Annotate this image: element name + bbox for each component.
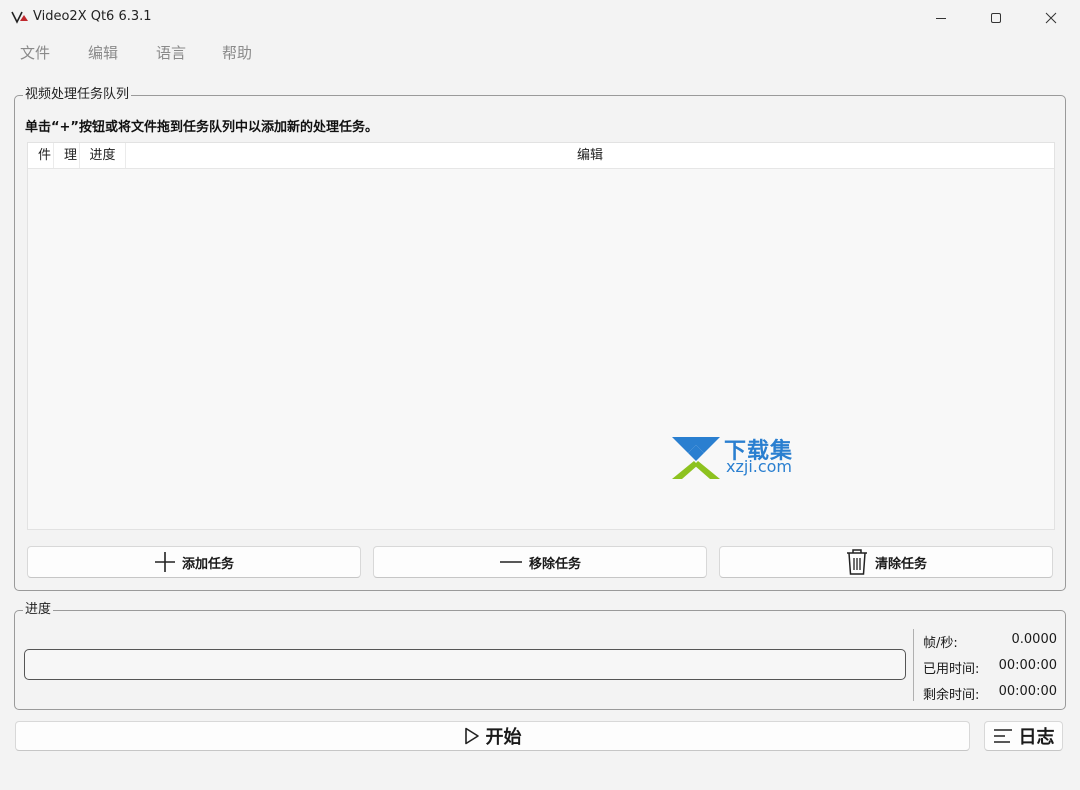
remaining-row: 剩余时间: 00:00:00 <box>923 684 1057 703</box>
plus-icon <box>154 551 176 573</box>
minimize-button[interactable] <box>918 0 964 36</box>
add-task-label: 添加任务 <box>181 556 234 572</box>
close-icon <box>1045 12 1057 24</box>
stats-divider <box>913 629 914 701</box>
close-button[interactable] <box>1028 0 1074 36</box>
watermark-logo: 下载集 xzji.com <box>668 435 818 481</box>
log-lines-icon <box>993 728 1013 744</box>
minus-icon <box>499 551 523 573</box>
maximize-button[interactable] <box>973 0 1019 36</box>
title-bar[interactable]: Video2X Qt6 6.3.1 <box>0 0 1080 36</box>
fps-row: 帧/秒: 0.0000 <box>923 632 1057 651</box>
add-task-button[interactable]: 添加任务 <box>27 546 361 578</box>
trash-icon <box>845 548 869 576</box>
column-header-processor[interactable]: 理 <box>54 143 80 168</box>
column-header-edit[interactable]: 编辑 <box>126 143 1054 168</box>
remaining-label: 剩余时间: <box>923 688 980 703</box>
menu-bar: 文件 编辑 语言 帮助 <box>0 38 272 68</box>
remove-task-button[interactable]: 移除任务 <box>373 546 707 578</box>
queue-hint: 单击“+”按钮或将文件拖到任务队列中以添加新的处理任务。 <box>25 120 378 135</box>
task-table[interactable]: 件 理 进度 编辑 下载集 xzji.com <box>27 142 1055 530</box>
remaining-value: 00:00:00 <box>998 684 1057 699</box>
app-window: Video2X Qt6 6.3.1 文件 编辑 语言 帮助 视频处理任务队列 单… <box>0 0 1080 790</box>
column-header-progress[interactable]: 进度 <box>80 143 126 168</box>
menu-help[interactable]: 帮助 <box>204 38 272 68</box>
window-title: Video2X Qt6 6.3.1 <box>33 9 152 24</box>
clear-tasks-label: 清除任务 <box>874 556 927 572</box>
remove-task-label: 移除任务 <box>528 556 581 572</box>
elapsed-label: 已用时间: <box>923 662 980 677</box>
log-label: 日志 <box>1018 727 1055 748</box>
progress-group: 进度 帧/秒: 0.0000 已用时间: 00:00:00 剩余时间: 00:0… <box>14 601 1066 710</box>
progress-bar <box>24 649 906 680</box>
clear-tasks-button[interactable]: 清除任务 <box>719 546 1053 578</box>
task-queue-title: 视频处理任务队列 <box>23 86 132 104</box>
column-header-file[interactable]: 件 <box>28 143 54 168</box>
start-label: 开始 <box>485 727 522 748</box>
play-icon <box>464 727 480 745</box>
menu-edit[interactable]: 编辑 <box>68 38 136 68</box>
task-table-header: 件 理 进度 编辑 <box>28 143 1054 169</box>
app-logo-icon <box>11 11 28 24</box>
minimize-icon <box>936 18 946 19</box>
fps-label: 帧/秒: <box>923 636 958 651</box>
watermark-en-text: xzji.com <box>726 457 793 476</box>
start-button[interactable]: 开始 <box>15 721 970 751</box>
log-button[interactable]: 日志 <box>984 721 1063 751</box>
elapsed-value: 00:00:00 <box>998 658 1057 673</box>
fps-value: 0.0000 <box>1011 632 1058 647</box>
menu-language[interactable]: 语言 <box>136 38 204 68</box>
task-queue-group: 视频处理任务队列 单击“+”按钮或将文件拖到任务队列中以添加新的处理任务。 件 … <box>14 86 1066 591</box>
progress-title: 进度 <box>23 601 54 619</box>
maximize-icon <box>991 13 1001 23</box>
watermark-arrow-icon <box>672 437 720 479</box>
menu-file[interactable]: 文件 <box>0 38 68 68</box>
elapsed-row: 已用时间: 00:00:00 <box>923 658 1057 677</box>
